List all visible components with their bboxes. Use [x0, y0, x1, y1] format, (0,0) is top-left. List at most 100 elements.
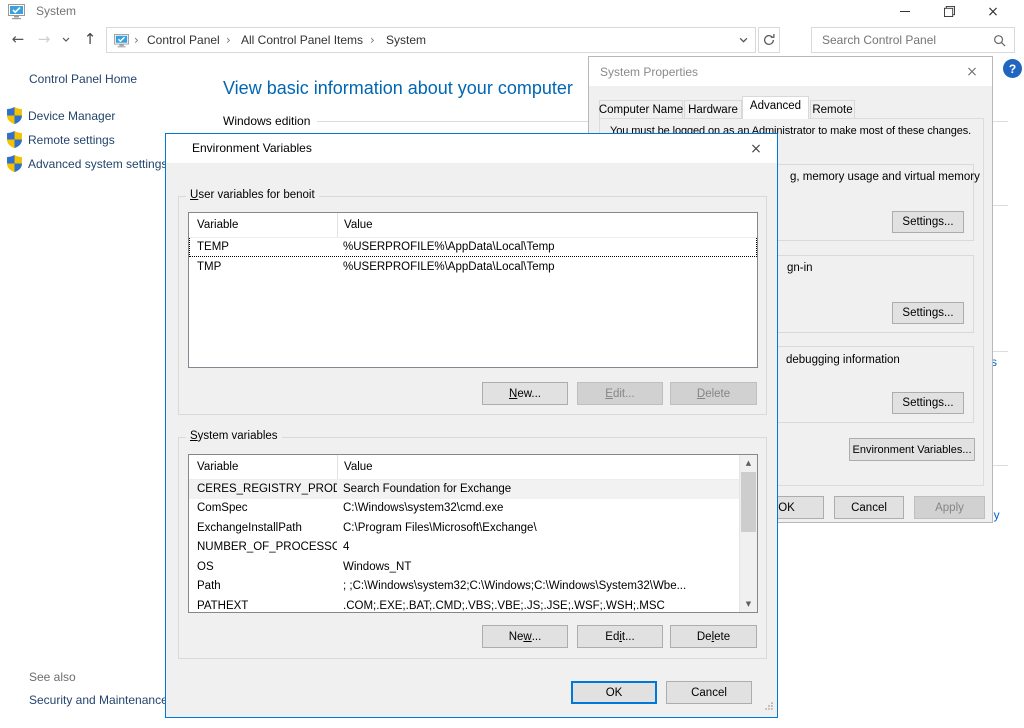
cell-value: %USERPROFILE%\AppData\Local\Temp — [337, 241, 757, 253]
recent-pages-dropdown[interactable] — [58, 27, 74, 51]
scrollbar[interactable]: ▲ ▼ — [739, 455, 757, 612]
user-profiles-settings-button[interactable]: Settings... — [892, 302, 964, 324]
dialog-titlebar: Environment Variables × — [166, 134, 777, 163]
dialog-title: System Properties — [600, 65, 698, 79]
sidebar-item-advanced-system-settings[interactable]: Advanced system settings — [28, 157, 167, 171]
environment-variables-button[interactable]: Environment Variables... — [849, 438, 975, 461]
tab-remote[interactable]: Remote — [810, 100, 855, 118]
column-header-variable[interactable]: Variable — [189, 461, 337, 473]
back-button[interactable]: ← — [6, 27, 30, 51]
scrollbar-thumb[interactable] — [741, 472, 756, 532]
user-new-button[interactable]: New... — [482, 382, 568, 405]
table-row[interactable]: CERES_REGISTRY_PRODUCT... Search Foundat… — [189, 479, 740, 499]
user-delete-button[interactable]: Delete — [670, 382, 757, 405]
chevron-down-icon — [62, 37, 70, 42]
ok-button[interactable]: OK — [571, 681, 657, 704]
restore-button[interactable] — [927, 0, 971, 23]
column-header-variable[interactable]: Variable — [189, 219, 337, 231]
cell-variable: TEMP — [189, 241, 337, 253]
cell-variable: Path — [189, 580, 337, 592]
user-variables-table: Variable Value TEMP %USERPROFILE%\AppDat… — [188, 212, 758, 368]
cell-variable: OS — [189, 561, 337, 573]
column-header-value[interactable]: Value — [337, 455, 740, 479]
up-button[interactable]: ↑ — [78, 27, 102, 51]
user-edit-button[interactable]: Edit... — [577, 382, 663, 405]
system-delete-button[interactable]: Delete — [670, 625, 757, 648]
breadcrumb-item-control-panel[interactable]: Control Panel — [147, 33, 220, 47]
system-new-button[interactable]: New... — [482, 625, 568, 648]
table-row[interactable]: PATHEXT .COM;.EXE;.BAT;.CMD;.VBS;.VBE;.J… — [189, 596, 740, 612]
cell-value: %USERPROFILE%\AppData\Local\Temp — [337, 261, 757, 273]
restore-icon — [944, 6, 955, 17]
cell-value: .COM;.EXE;.BAT;.CMD;.VBS;.VBE;.JS;.JSE;.… — [337, 600, 740, 612]
table-row[interactable]: ExchangeInstallPath C:\Program Files\Mic… — [189, 518, 740, 538]
help-icon[interactable]: ? — [1003, 59, 1022, 78]
startup-recovery-settings-button[interactable]: Settings... — [892, 392, 964, 414]
cell-value: 4 — [337, 541, 740, 553]
resize-grip[interactable] — [764, 700, 774, 714]
search-box[interactable] — [811, 27, 1015, 53]
address-bar[interactable]: › Control Panel › All Control Panel Item… — [106, 27, 756, 53]
close-button[interactable]: × — [957, 60, 987, 83]
cell-variable: CERES_REGISTRY_PRODUCT... — [189, 483, 337, 495]
minimize-button[interactable] — [883, 0, 927, 23]
cell-variable: ExchangeInstallPath — [189, 522, 337, 534]
cell-value: C:\Program Files\Microsoft\Exchange\ — [337, 522, 740, 534]
startup-recovery-description-fragment: debugging information — [786, 354, 900, 366]
table-row[interactable]: NUMBER_OF_PROCESSORS 4 — [189, 538, 740, 558]
address-dropdown[interactable] — [733, 28, 753, 52]
see-also-header: See also — [29, 670, 76, 684]
search-input[interactable] — [820, 32, 974, 48]
cancel-button[interactable]: Cancel — [666, 681, 752, 704]
system-edit-button[interactable]: Edit... — [577, 625, 663, 648]
performance-settings-button[interactable]: Settings... — [892, 211, 964, 233]
close-button[interactable]: × — [741, 137, 771, 160]
cell-variable: ComSpec — [189, 502, 337, 514]
table-row[interactable]: TEMP %USERPROFILE%\AppData\Local\Temp — [189, 237, 757, 257]
table-header-row: Variable Value — [189, 455, 740, 479]
window-titlebar: System × — [0, 0, 1024, 23]
tab-computer-name[interactable]: Computer Name — [599, 100, 683, 118]
forward-button[interactable]: → — [32, 27, 56, 51]
search-icon[interactable] — [993, 34, 1006, 50]
uac-shield-icon — [7, 155, 22, 175]
sidebar-item-remote-settings[interactable]: Remote settings — [28, 133, 115, 147]
cancel-button[interactable]: Cancel — [834, 496, 904, 519]
uac-shield-icon — [7, 131, 22, 151]
system-monitor-icon — [8, 4, 25, 23]
breadcrumb-item-all-items[interactable]: All Control Panel Items — [241, 33, 363, 47]
refresh-button[interactable] — [758, 27, 780, 53]
tab-advanced[interactable]: Advanced — [742, 96, 809, 119]
table-row[interactable]: TMP %USERPROFILE%\AppData\Local\Temp — [189, 257, 757, 277]
close-button[interactable]: × — [971, 0, 1015, 23]
sidebar-item-control-panel-home[interactable]: Control Panel Home — [29, 72, 137, 86]
header-divider — [189, 479, 740, 480]
breadcrumb-separator: › — [370, 33, 375, 47]
system-variables-table-body: Variable Value CERES_REGISTRY_PRODUCT...… — [189, 455, 740, 612]
tab-hardware[interactable]: Hardware — [684, 100, 742, 118]
column-header-value[interactable]: Value — [337, 213, 757, 237]
navigation-bar: ← → ↑ › Control Panel › All Control Pane… — [0, 23, 1024, 56]
window-title: System — [36, 4, 76, 18]
screen: System × ← → ↑ › Control Panel › All Con… — [0, 0, 1024, 728]
apply-button[interactable]: Apply — [914, 496, 985, 519]
page-title: View basic information about your comput… — [223, 78, 573, 99]
cell-variable: PATHEXT — [189, 600, 337, 612]
dialog-title: Environment Variables — [192, 141, 312, 155]
cell-value: ; ;C:\Windows\system32;C:\Windows;C:\Win… — [337, 580, 740, 592]
user-variables-group-label: User variables for benoit — [186, 189, 319, 201]
table-row[interactable]: Path ; ;C:\Windows\system32;C:\Windows;C… — [189, 577, 740, 597]
system-variables-group-label: System variables — [186, 430, 282, 442]
table-row[interactable]: OS Windows_NT — [189, 557, 740, 577]
table-row[interactable]: ComSpec C:\Windows\system32\cmd.exe — [189, 499, 740, 519]
sidebar-item-security-and-maintenance[interactable]: Security and Maintenance — [29, 693, 168, 707]
chevron-down-icon — [739, 37, 748, 43]
scroll-up-icon[interactable]: ▲ — [740, 455, 757, 471]
scroll-down-icon[interactable]: ▼ — [740, 596, 757, 612]
system-monitor-icon — [114, 34, 129, 51]
sidebar-item-device-manager[interactable]: Device Manager — [28, 109, 115, 123]
dialog-titlebar: System Properties × — [589, 57, 992, 86]
header-divider — [189, 237, 757, 238]
breadcrumb-item-system[interactable]: System — [386, 33, 426, 47]
breadcrumb-separator: › — [226, 33, 231, 47]
